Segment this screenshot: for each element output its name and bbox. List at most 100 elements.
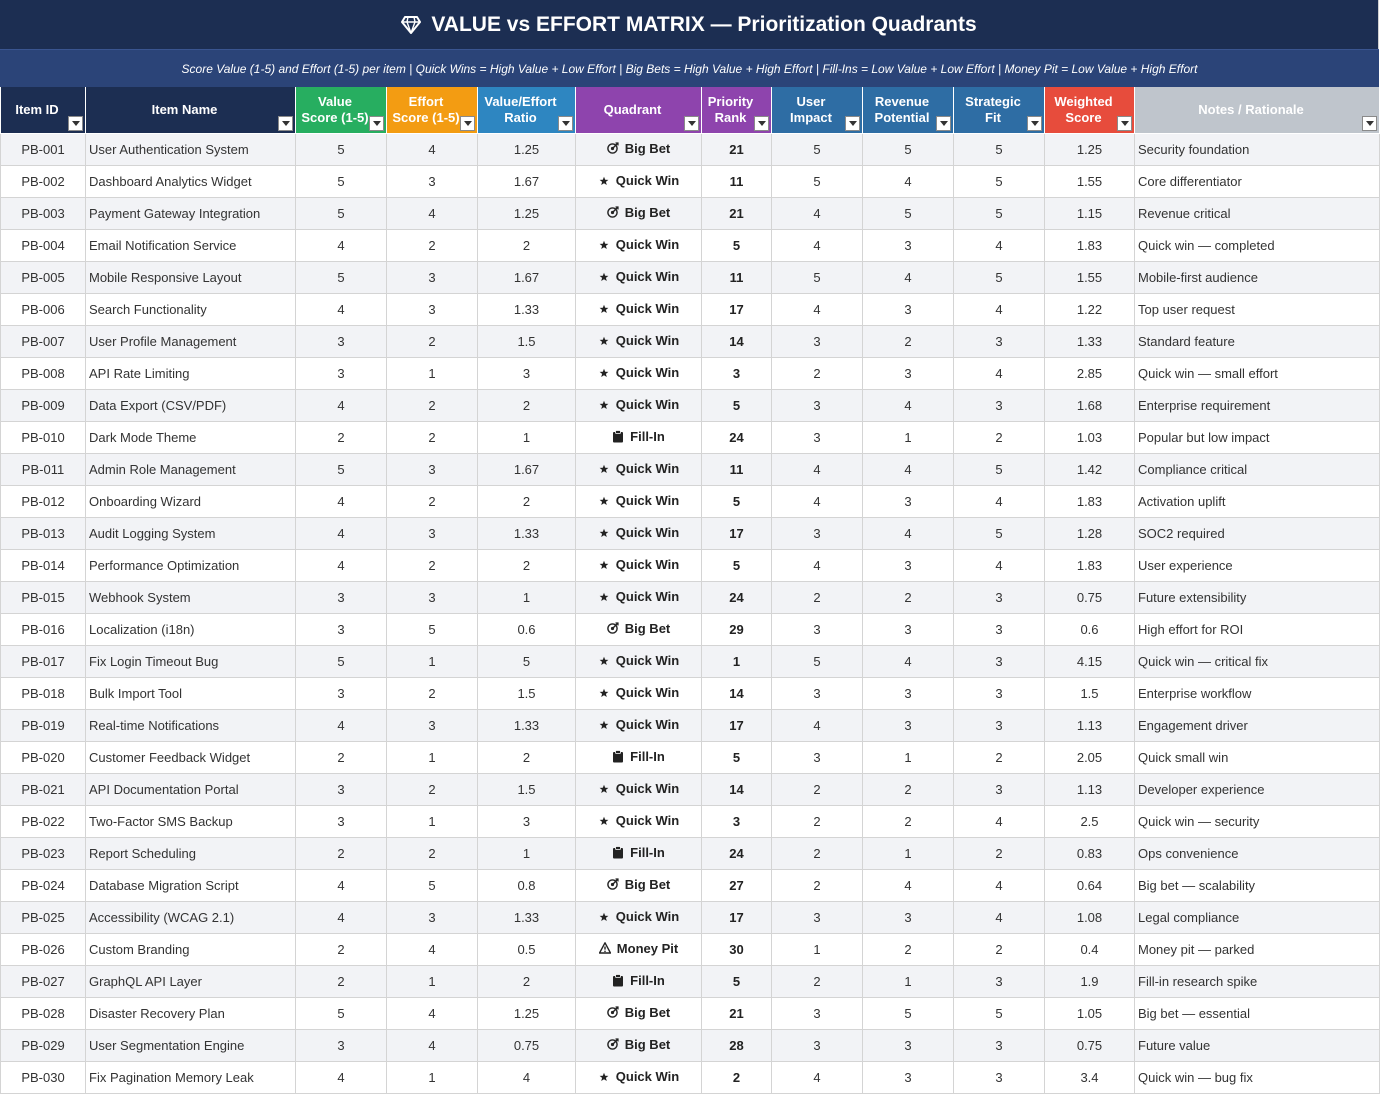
cell-weighted[interactable]: 1.9 [1044, 964, 1135, 998]
cell-impact[interactable]: 2 [771, 580, 863, 614]
cell-notes[interactable]: Quick win — small effort [1134, 356, 1380, 390]
cell-name[interactable]: Disaster Recovery Plan [85, 996, 296, 1030]
cell-impact[interactable]: 4 [771, 196, 863, 230]
cell-impact[interactable]: 2 [771, 964, 863, 998]
cell-effort[interactable]: 2 [386, 772, 478, 806]
cell-weighted[interactable]: 1.25 [1044, 132, 1135, 166]
cell-effort[interactable]: 4 [386, 132, 478, 166]
cell-value[interactable]: 3 [295, 612, 387, 646]
cell-name[interactable]: Search Functionality [85, 292, 296, 326]
cell-effort[interactable]: 2 [386, 388, 478, 422]
cell-fit[interactable]: 3 [953, 580, 1045, 614]
cell-id[interactable]: PB-003 [0, 196, 86, 230]
cell-name[interactable]: Email Notification Service [85, 228, 296, 262]
cell-rank[interactable]: 29 [701, 612, 772, 646]
cell-weighted[interactable]: 0.64 [1044, 868, 1135, 902]
cell-value[interactable]: 2 [295, 964, 387, 998]
cell-revenue[interactable]: 3 [862, 484, 954, 518]
cell-ratio[interactable]: 0.8 [477, 868, 576, 902]
cell-id[interactable]: PB-007 [0, 324, 86, 358]
cell-rank[interactable]: 1 [701, 644, 772, 678]
cell-id[interactable]: PB-009 [0, 388, 86, 422]
cell-quadrant[interactable]: Quick Win [575, 324, 702, 358]
cell-notes[interactable]: Legal compliance [1134, 900, 1380, 934]
cell-fit[interactable]: 3 [953, 708, 1045, 742]
cell-ratio[interactable]: 1.67 [477, 164, 576, 198]
cell-effort[interactable]: 3 [386, 164, 478, 198]
cell-fit[interactable]: 2 [953, 836, 1045, 870]
cell-id[interactable]: PB-017 [0, 644, 86, 678]
cell-ratio[interactable]: 1.33 [477, 292, 576, 326]
cell-ratio[interactable]: 1.25 [477, 196, 576, 230]
cell-id[interactable]: PB-006 [0, 292, 86, 326]
cell-revenue[interactable]: 4 [862, 644, 954, 678]
cell-quadrant[interactable]: Big Bet [575, 868, 702, 902]
cell-fit[interactable]: 3 [953, 388, 1045, 422]
filter-dropdown-button[interactable] [1362, 115, 1377, 131]
cell-ratio[interactable]: 1.25 [477, 996, 576, 1030]
cell-fit[interactable]: 3 [953, 1028, 1045, 1062]
cell-effort[interactable]: 3 [386, 580, 478, 614]
cell-name[interactable]: Payment Gateway Integration [85, 196, 296, 230]
cell-quadrant[interactable]: Fill-In [575, 836, 702, 870]
cell-effort[interactable]: 1 [386, 644, 478, 678]
cell-effort[interactable]: 2 [386, 484, 478, 518]
cell-rank[interactable]: 21 [701, 132, 772, 166]
cell-weighted[interactable]: 0.4 [1044, 932, 1135, 966]
cell-ratio[interactable]: 0.75 [477, 1028, 576, 1062]
cell-impact[interactable]: 4 [771, 548, 863, 582]
cell-notes[interactable]: Standard feature [1134, 324, 1380, 358]
cell-revenue[interactable]: 5 [862, 996, 954, 1030]
cell-rank[interactable]: 24 [701, 836, 772, 870]
filter-dropdown-button[interactable] [68, 115, 83, 131]
cell-quadrant[interactable]: Quick Win [575, 708, 702, 742]
cell-fit[interactable]: 5 [953, 996, 1045, 1030]
cell-rank[interactable]: 14 [701, 676, 772, 710]
cell-id[interactable]: PB-028 [0, 996, 86, 1030]
cell-quadrant[interactable]: Quick Win [575, 356, 702, 390]
cell-quadrant[interactable]: Quick Win [575, 164, 702, 198]
cell-id[interactable]: PB-027 [0, 964, 86, 998]
cell-impact[interactable]: 2 [771, 772, 863, 806]
cell-fit[interactable]: 3 [953, 644, 1045, 678]
cell-impact[interactable]: 5 [771, 260, 863, 294]
cell-name[interactable]: Data Export (CSV/PDF) [85, 388, 296, 422]
cell-ratio[interactable]: 5 [477, 644, 576, 678]
cell-revenue[interactable]: 4 [862, 164, 954, 198]
cell-quadrant[interactable]: Fill-In [575, 420, 702, 454]
cell-revenue[interactable]: 1 [862, 740, 954, 774]
cell-id[interactable]: PB-030 [0, 1060, 86, 1094]
cell-id[interactable]: PB-013 [0, 516, 86, 550]
cell-impact[interactable]: 3 [771, 612, 863, 646]
cell-notes[interactable]: Enterprise workflow [1134, 676, 1380, 710]
cell-rank[interactable]: 11 [701, 260, 772, 294]
cell-effort[interactable]: 2 [386, 324, 478, 358]
cell-impact[interactable]: 3 [771, 996, 863, 1030]
cell-quadrant[interactable]: Big Bet [575, 1028, 702, 1062]
cell-id[interactable]: PB-016 [0, 612, 86, 646]
cell-effort[interactable]: 3 [386, 292, 478, 326]
cell-weighted[interactable]: 4.15 [1044, 644, 1135, 678]
cell-ratio[interactable]: 1.33 [477, 900, 576, 934]
cell-fit[interactable]: 5 [953, 164, 1045, 198]
cell-id[interactable]: PB-001 [0, 132, 86, 166]
cell-weighted[interactable]: 1.22 [1044, 292, 1135, 326]
cell-weighted[interactable]: 3.4 [1044, 1060, 1135, 1094]
cell-impact[interactable]: 5 [771, 164, 863, 198]
cell-quadrant[interactable]: Quick Win [575, 548, 702, 582]
cell-revenue[interactable]: 3 [862, 228, 954, 262]
cell-name[interactable]: Performance Optimization [85, 548, 296, 582]
cell-fit[interactable]: 4 [953, 292, 1045, 326]
cell-impact[interactable]: 4 [771, 228, 863, 262]
cell-weighted[interactable]: 1.13 [1044, 772, 1135, 806]
cell-rank[interactable]: 5 [701, 388, 772, 422]
cell-name[interactable]: API Rate Limiting [85, 356, 296, 390]
cell-weighted[interactable]: 1.55 [1044, 260, 1135, 294]
cell-weighted[interactable]: 1.83 [1044, 484, 1135, 518]
cell-ratio[interactable]: 1 [477, 580, 576, 614]
cell-rank[interactable]: 5 [701, 740, 772, 774]
filter-dropdown-button[interactable] [558, 115, 573, 131]
cell-id[interactable]: PB-018 [0, 676, 86, 710]
cell-rank[interactable]: 24 [701, 420, 772, 454]
cell-quadrant[interactable]: Big Bet [575, 996, 702, 1030]
